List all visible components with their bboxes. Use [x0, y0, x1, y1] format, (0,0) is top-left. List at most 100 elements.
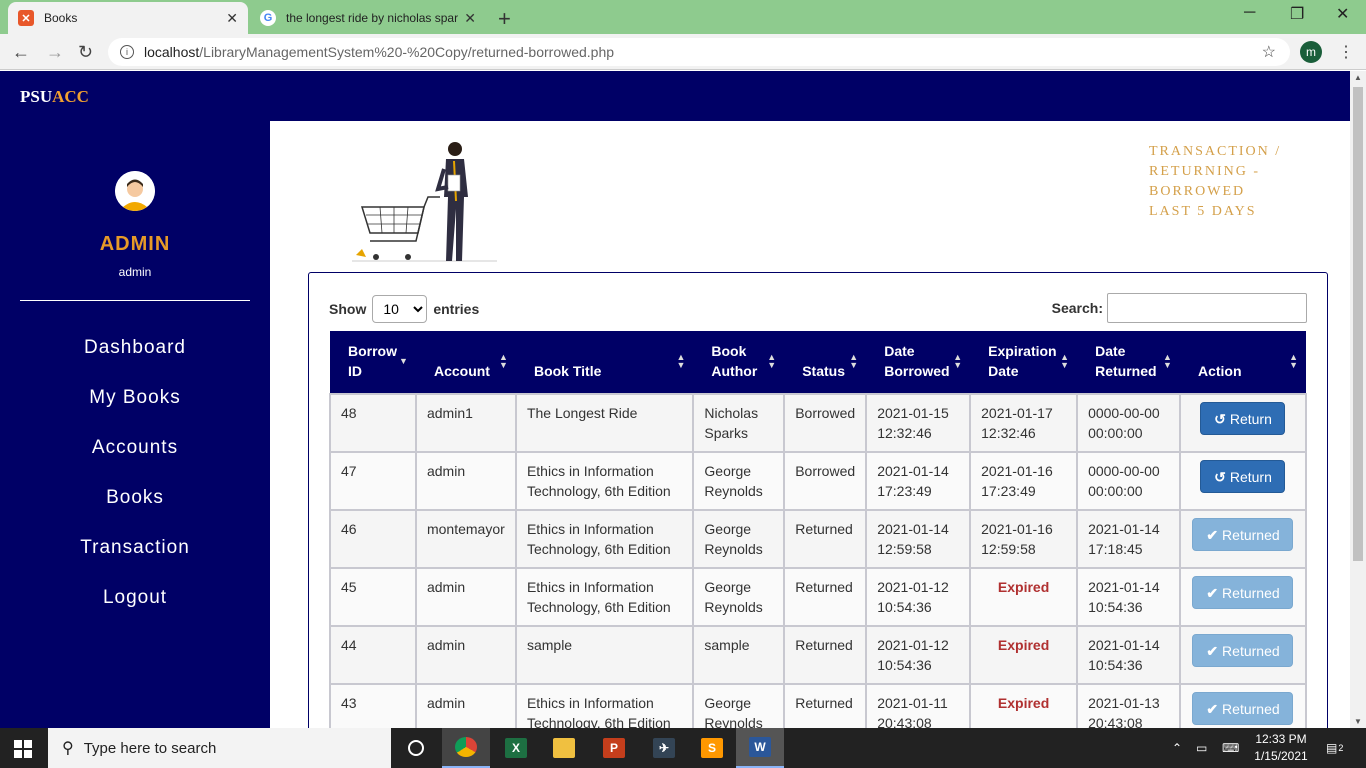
back-icon[interactable]: ←	[12, 42, 30, 63]
column-header-book-author[interactable]: Book Author ▲ ▼	[693, 331, 785, 394]
sidebar-item-logout[interactable]: Logout	[0, 587, 270, 609]
sort-desc-icon: ▼	[399, 356, 408, 366]
word-icon[interactable]: W	[736, 728, 784, 768]
search-control: Search:	[1052, 293, 1307, 323]
penguin-app-icon[interactable]: ✈	[640, 728, 688, 768]
battery-icon[interactable]: ▭	[1196, 728, 1207, 768]
sidebar-title: ADMIN	[99, 233, 171, 255]
google-favicon-icon: G	[260, 10, 276, 26]
column-header-account[interactable]: Account ▲ ▼	[415, 331, 516, 394]
address-bar[interactable]: i localhost/LibraryManagementSystem%20-%…	[108, 38, 1290, 66]
restore-icon[interactable]: ❐	[1290, 4, 1304, 24]
admin-avatar	[115, 171, 155, 211]
file-explorer-icon[interactable]	[540, 728, 588, 768]
sort-icon: ▲ ▼	[953, 352, 963, 370]
windows-taskbar: ⚲ Type here to search X P ✈ S W ⌃ ▭ ⌨ 12…	[0, 728, 1366, 768]
tray-chevron-icon[interactable]: ⌃	[1172, 728, 1182, 768]
returned-button[interactable]: ✔ Returned	[1192, 576, 1294, 609]
page-breadcrumb: TRANSACTION / RETURNING - BORROWED LAST …	[1149, 144, 1282, 219]
profile-avatar[interactable]: m	[1300, 41, 1322, 63]
scrollbar-thumb[interactable]	[1353, 87, 1363, 561]
returned-button[interactable]: ✔ Returned	[1192, 518, 1294, 551]
column-header-book-title[interactable]: Book Title ▲ ▼	[515, 331, 694, 394]
tab-google-search[interactable]: G the longest ride by nicholas spark ✕	[250, 2, 486, 34]
tab-books[interactable]: ✕ Books ✕	[8, 2, 248, 34]
bookmark-star-icon[interactable]: ☆	[1262, 42, 1276, 62]
xampp-favicon-icon: ✕	[18, 10, 34, 26]
keyboard-icon[interactable]: ⌨	[1222, 728, 1239, 768]
forward-icon[interactable]: →	[46, 42, 64, 63]
column-header-status[interactable]: Status ▲ ▼	[784, 331, 867, 394]
sidebar-item-dashboard[interactable]: Dashboard	[0, 337, 270, 359]
expired-label: Expired	[969, 625, 1079, 685]
close-window-icon[interactable]: ✕	[1336, 4, 1349, 24]
minimize-icon[interactable]: ─	[1244, 4, 1255, 22]
sidebar: ADMIN admin Dashboard My Books Accounts …	[0, 121, 270, 728]
new-tab-icon[interactable]: +	[498, 6, 511, 32]
scroll-up-icon[interactable]: ▲	[1354, 73, 1362, 82]
column-header-expiration-date[interactable]: Expiration Date ▲ ▼	[970, 331, 1078, 394]
page: PSUACC ADMIN admin Dashboard My Books Ac…	[0, 71, 1350, 728]
url-path: /LibraryManagementSystem%20-%20Copy/retu…	[199, 44, 615, 60]
transactions-card: Show 10 entries Search: Borrow ID ▼ Accoun…	[308, 272, 1328, 728]
tab-title: Books	[44, 11, 78, 25]
windows-start-icon[interactable]	[14, 740, 32, 758]
table-row: 45 admin Ethics in Information Technolog…	[329, 567, 1308, 627]
close-tab-icon[interactable]: ✕	[226, 10, 238, 27]
search-input[interactable]	[1107, 293, 1307, 323]
sidebar-item-books[interactable]: Books	[0, 487, 270, 509]
sort-icon: ▲ ▼	[1289, 352, 1298, 370]
scroll-down-icon[interactable]: ▼	[1354, 717, 1362, 726]
table-row: 44 admin sample sample Returned 2021-01-…	[329, 625, 1308, 685]
info-icon[interactable]: i	[120, 45, 134, 59]
shopping-illustration	[352, 142, 497, 262]
table-row: 46 montemayor Ethics in Information Tech…	[329, 509, 1308, 569]
powerpoint-icon[interactable]: P	[590, 728, 638, 768]
main-content: TRANSACTION / RETURNING - BORROWED LAST …	[270, 121, 1350, 728]
excel-icon[interactable]: X	[492, 728, 540, 768]
returned-button[interactable]: ✔ Returned	[1192, 692, 1294, 725]
table-header-row: Borrow ID ▼ Account ▲ ▼ Book Title ▲ ▼ Book Aut…	[330, 331, 1306, 394]
browser-toolbar: ← → ↻ i localhost/LibraryManagementSyste…	[0, 34, 1366, 70]
search-icon: ⚲	[62, 740, 74, 757]
transactions-table: Borrow ID ▼ Account ▲ ▼ Book Title ▲ ▼ Book Aut…	[329, 331, 1308, 728]
close-tab-icon[interactable]: ✕	[464, 10, 476, 27]
returned-button[interactable]: ✔ Returned	[1192, 634, 1294, 667]
sidebar-item-accounts[interactable]: Accounts	[0, 437, 270, 459]
table-row: 47 admin Ethics in Information Technolog…	[329, 451, 1308, 511]
chrome-icon[interactable]	[442, 728, 490, 768]
brand-logo[interactable]: PSUACC	[20, 87, 89, 107]
column-header-date-borrowed[interactable]: Date Borrowed ▲ ▼	[866, 331, 971, 394]
entries-select[interactable]: 10	[372, 295, 428, 323]
return-button[interactable]: ↺ Return	[1200, 402, 1286, 435]
url-host: localhost	[144, 44, 200, 60]
check-circle-icon: ✔	[1206, 584, 1219, 601]
check-circle-icon: ✔	[1206, 642, 1219, 659]
sidebar-item-my-books[interactable]: My Books	[0, 387, 270, 409]
sublime-text-icon[interactable]: S	[688, 728, 736, 768]
table-row: 43 admin Ethics in Information Technolog…	[329, 683, 1308, 728]
check-circle-icon: ✔	[1206, 526, 1219, 543]
reload-icon[interactable]: ↻	[78, 42, 93, 63]
sort-icon: ▲ ▼	[499, 352, 508, 370]
cortana-icon[interactable]	[392, 728, 440, 768]
sidebar-subtitle: admin	[118, 265, 152, 279]
sort-icon: ▲ ▼	[676, 352, 686, 370]
column-header-borrow-id[interactable]: Borrow ID ▼	[330, 331, 416, 394]
expired-label: Expired	[969, 567, 1079, 627]
browser-menu-icon[interactable]: ⋮	[1338, 42, 1354, 62]
sort-icon: ▲ ▼	[767, 352, 777, 370]
sort-icon: ▲ ▼	[1163, 352, 1172, 370]
sidebar-divider	[20, 300, 250, 301]
column-header-action[interactable]: Action ▲ ▼	[1179, 331, 1306, 394]
notification-icon[interactable]: ▤ 2	[1326, 728, 1343, 768]
sort-icon: ▲ ▼	[1060, 352, 1070, 370]
column-header-date-returned[interactable]: Date Returned ▲ ▼	[1077, 331, 1180, 394]
sort-icon: ▲ ▼	[849, 352, 859, 370]
check-circle-icon: ✔	[1206, 700, 1219, 717]
sidebar-item-transaction[interactable]: Transaction	[0, 537, 270, 559]
taskbar-search[interactable]: ⚲ Type here to search	[48, 728, 391, 768]
taskbar-clock[interactable]: 12:33 PM 1/15/2021	[1252, 731, 1310, 765]
page-scrollbar[interactable]: ▲ ▼	[1350, 71, 1366, 728]
return-button[interactable]: ↺ Return	[1200, 460, 1286, 493]
